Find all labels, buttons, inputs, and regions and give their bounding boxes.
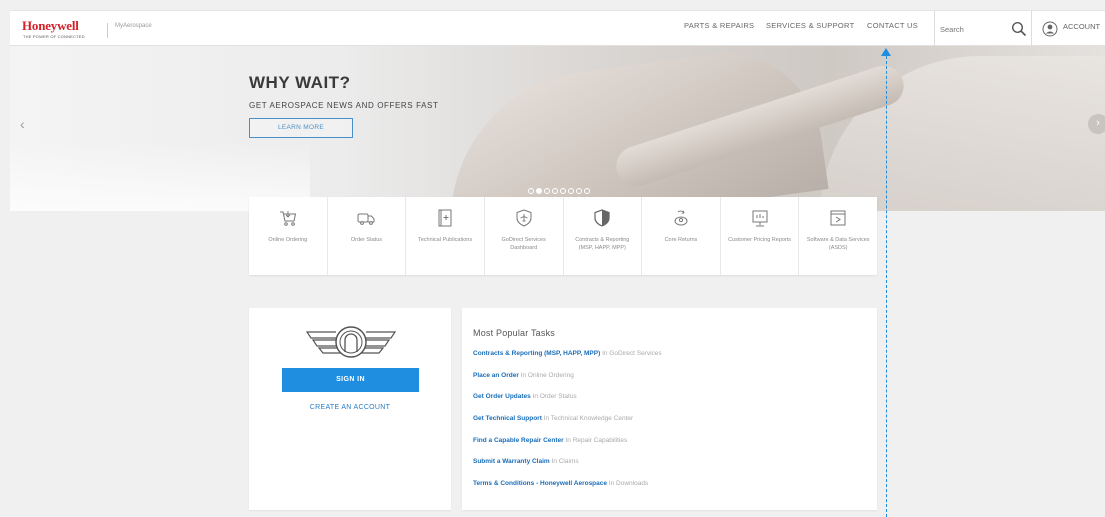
hero-title: WHY WAIT? <box>249 73 351 92</box>
task-location: In Order Status <box>531 393 577 400</box>
search-box <box>934 11 1032 47</box>
task-link[interactable]: Get Technical Support <box>473 415 542 422</box>
logo-divider <box>107 23 108 38</box>
pricing-report-icon <box>752 210 768 227</box>
task-location-text: In Claims <box>551 458 579 465</box>
tile-technical-publications[interactable]: Technical Publications <box>406 197 485 275</box>
tile-label: Order Status <box>350 237 383 243</box>
wings-profile-icon <box>305 326 397 358</box>
task-location: In Claims <box>550 458 579 465</box>
tile-label: Technical Publications <box>418 237 473 243</box>
carousel-dot[interactable] <box>560 188 566 194</box>
task-location-text: In Order Status <box>532 393 577 400</box>
task-link[interactable]: Find a Capable Repair Center <box>473 437 564 444</box>
tile-label: GoDirect Services Dashboard <box>501 237 546 251</box>
annotation-arrowhead <box>881 48 891 56</box>
task-item[interactable]: Find a Capable Repair Center In Repair C… <box>473 437 627 444</box>
plane-shield-icon <box>516 209 532 227</box>
task-location-text: In GoDirect Services <box>602 350 662 357</box>
account-label[interactable]: ACCOUNT <box>1063 22 1100 31</box>
task-item[interactable]: Contracts & Reporting (MSP, HAPP, MPP) I… <box>473 350 662 357</box>
popular-tasks-title: Most Popular Tasks <box>473 328 555 338</box>
nav-contact-us[interactable]: CONTACT US <box>867 21 918 30</box>
nav-parts-repairs[interactable]: PARTS & REPAIRS <box>684 21 754 30</box>
core-return-icon <box>674 210 688 226</box>
tile-order-status[interactable]: Order Status <box>328 197 407 275</box>
tile-core-returns[interactable]: Core Returns <box>642 197 721 275</box>
carousel-prev-icon[interactable]: ‹ <box>20 116 25 132</box>
task-item[interactable]: Place an Order In Online Ordering <box>473 372 574 379</box>
top-navigation-bar: Honeywell THE POWER OF CONNECTED MyAeros… <box>10 10 1105 47</box>
task-item[interactable]: Get Order Updates In Order Status <box>473 393 577 400</box>
task-link[interactable]: Submit a Warranty Claim <box>473 458 550 465</box>
brand-name: Honeywell <box>22 18 79 33</box>
hero-carousel: WHY WAIT? GET AEROSPACE NEWS AND OFFERS … <box>10 46 1105 211</box>
site-name: MyAerospace <box>115 23 152 29</box>
task-link[interactable]: Terms & Conditions - Honeywell Aerospace <box>473 480 607 487</box>
search-icon[interactable] <box>1011 21 1027 37</box>
task-location-text: In Downloads <box>608 480 649 487</box>
page: Honeywell THE POWER OF CONNECTED MyAeros… <box>0 0 1105 517</box>
task-item[interactable]: Submit a Warranty Claim In Claims <box>473 458 579 465</box>
annotation-dashed-line <box>886 56 887 517</box>
tile-godirect-services[interactable]: GoDirect Services Dashboard <box>485 197 564 275</box>
task-location: In GoDirect Services <box>600 350 662 357</box>
task-item[interactable]: Get Technical Support In Technical Knowl… <box>473 415 633 422</box>
task-location: In Downloads <box>607 480 648 487</box>
carousel-dot[interactable] <box>552 188 558 194</box>
brand-tagline: THE POWER OF CONNECTED <box>23 34 85 39</box>
tile-label: Core Returns <box>664 237 698 243</box>
popular-tasks-card: Most Popular Tasks Contracts & Reporting… <box>462 308 877 510</box>
task-location-text: In Technical Knowledge Center <box>543 415 634 422</box>
hero-subtitle: GET AEROSPACE NEWS AND OFFERS FAST <box>249 101 439 110</box>
carousel-dot[interactable] <box>536 188 542 194</box>
tile-contracts-reporting[interactable]: Contracts & Reporting (MSP, HAPP, MPP) <box>564 197 643 275</box>
task-location-text: In Online Ordering <box>520 372 574 379</box>
quick-links-tiles: Online Ordering Order Status Technical P… <box>249 197 877 275</box>
tile-software-data-services[interactable]: Software & Data Services (ASDS) <box>799 197 877 275</box>
carousel-next-icon[interactable]: › <box>1088 114 1105 134</box>
search-input[interactable] <box>940 19 1002 39</box>
task-location: In Repair Capabilities <box>564 437 628 444</box>
carousel-dot[interactable] <box>584 188 590 194</box>
tile-online-ordering[interactable]: Online Ordering <box>249 197 328 275</box>
nav-services-support[interactable]: SERVICES & SUPPORT <box>766 21 854 30</box>
account-icon[interactable] <box>1042 21 1058 37</box>
cart-icon <box>279 211 296 226</box>
task-link[interactable]: Contracts & Reporting (MSP, HAPP, MPP) <box>473 350 600 357</box>
tile-label: Contracts & Reporting (MSP, HAPP, MPP) <box>575 237 630 251</box>
truck-icon <box>357 213 375 225</box>
create-account-link[interactable]: CREATE AN ACCOUNT <box>249 404 451 411</box>
carousel-dot[interactable] <box>576 188 582 194</box>
learn-more-button[interactable]: LEARN MORE <box>249 118 353 138</box>
task-location: In Online Ordering <box>519 372 574 379</box>
carousel-dot[interactable] <box>568 188 574 194</box>
task-link[interactable]: Place an Order <box>473 372 519 379</box>
sign-in-button[interactable]: SIGN IN <box>282 368 419 392</box>
tile-label: Software & Data Services (ASDS) <box>806 237 870 251</box>
task-link[interactable]: Get Order Updates <box>473 393 531 400</box>
tile-label: Online Ordering <box>268 237 308 243</box>
carousel-dot[interactable] <box>544 188 550 194</box>
tile-label: Customer Pricing Reports <box>728 237 792 243</box>
task-item[interactable]: Terms & Conditions - Honeywell Aerospace… <box>473 480 648 487</box>
sign-in-card: SIGN IN CREATE AN ACCOUNT <box>249 308 451 510</box>
software-icon <box>830 210 846 226</box>
honeywell-logo[interactable]: Honeywell THE POWER OF CONNECTED MyAeros… <box>22 18 152 42</box>
book-icon <box>438 209 452 227</box>
carousel-dot[interactable] <box>528 188 534 194</box>
tile-customer-pricing-reports[interactable]: Customer Pricing Reports <box>721 197 800 275</box>
shield-icon <box>594 209 610 227</box>
task-location-text: In Repair Capabilities <box>565 437 628 444</box>
task-location: In Technical Knowledge Center <box>542 415 634 422</box>
